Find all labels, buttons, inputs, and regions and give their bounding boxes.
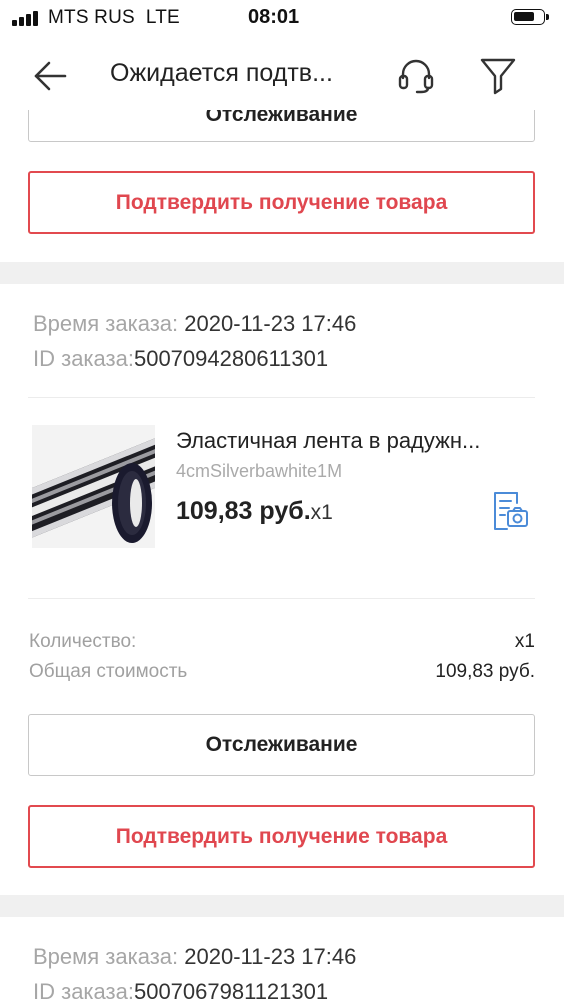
order-time: Время заказа: 2020-11-23 17:46 [33,311,357,336]
carrier-label: MTS RUS LTE [48,7,180,28]
tracking-button[interactable]: Отслеживание [28,714,535,776]
status-bar: MTS RUS LTE 08:01 [0,0,564,38]
order-separator [0,895,564,917]
product-price: 109,83 руб.x1 [176,497,333,525]
product-title[interactable]: Эластичная лента в радужн... [176,428,480,454]
quantity-label: Количество: [29,631,137,652]
headset-icon[interactable] [392,54,440,98]
divider [28,598,535,599]
snapshot-icon[interactable] [486,488,532,534]
total-value: 109,83 руб. [435,661,535,682]
divider [28,397,535,398]
order-separator [0,262,564,284]
battery-icon [511,9,549,25]
order-id: ID заказа:5007067981121301 [33,979,329,1004]
product-sku: 4cmSilverbawhite1M [176,461,343,481]
filter-icon[interactable] [474,52,522,100]
order-id: ID заказа:5007094280611301 [33,346,329,371]
total-label: Общая стоимость [29,661,188,682]
network-label: LTE [145,7,180,28]
page-title: Ожидается подтв... [110,59,333,87]
status-time: 08:01 [248,6,300,28]
confirm-receipt-button[interactable]: Подтвердить получение товара [28,171,535,234]
nav-bar: Ожидается подтв... [0,40,564,110]
quantity-value: x1 [514,631,535,652]
order-time: Время заказа: 2020-11-23 17:46 [33,944,357,969]
product-qty: x1 [310,501,333,524]
back-arrow-icon[interactable] [26,54,74,98]
product-thumbnail[interactable] [32,425,155,548]
confirm-receipt-button[interactable]: Подтвердить получение товара [28,805,535,868]
